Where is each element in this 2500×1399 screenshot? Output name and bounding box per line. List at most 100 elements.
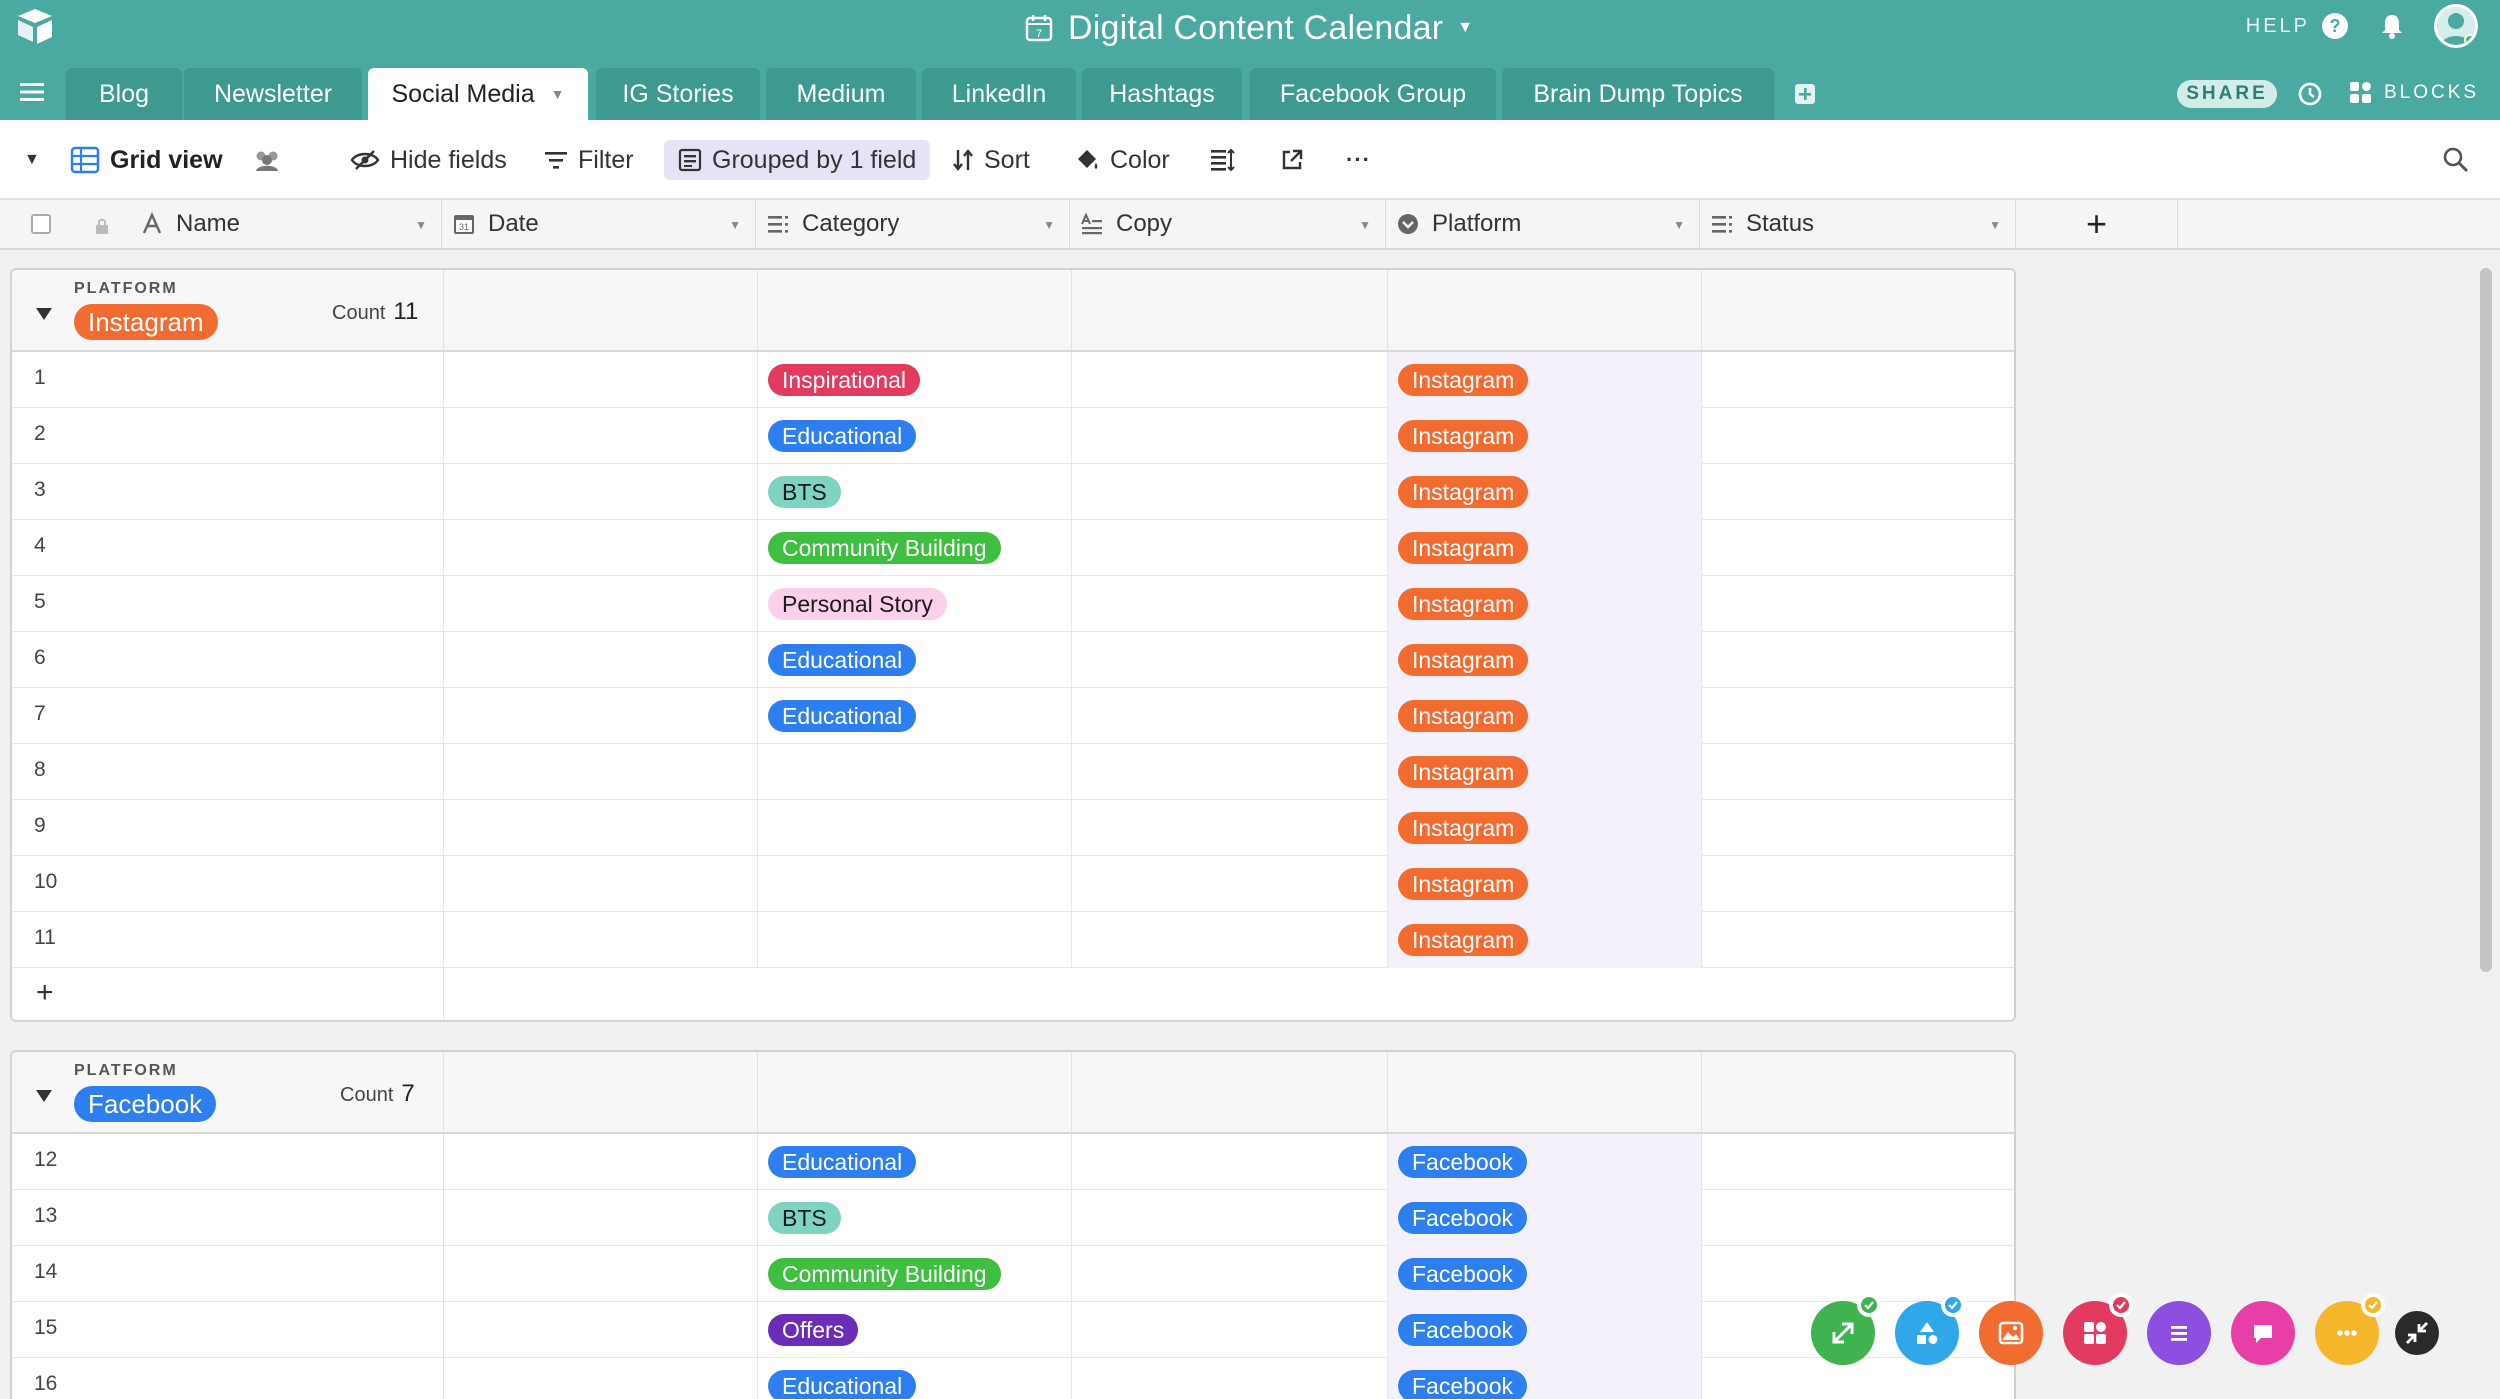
date-cell[interactable] [444, 464, 758, 520]
date-cell[interactable] [444, 1190, 758, 1246]
copy-cell[interactable] [1072, 520, 1388, 576]
column-header-category[interactable]: Category ▼ [756, 200, 1070, 248]
blocks-button[interactable]: BLOCKS [2348, 78, 2479, 108]
date-cell[interactable] [444, 632, 758, 688]
copy-cell[interactable] [1072, 688, 1388, 744]
platform-cell[interactable]: Instagram [1388, 800, 1702, 856]
user-avatar[interactable] [2434, 4, 2478, 48]
name-cell[interactable] [12, 912, 444, 968]
tab-menu-chevron-icon[interactable]: ▼ [551, 86, 565, 102]
date-cell[interactable] [444, 688, 758, 744]
column-header-name[interactable]: Name ▼ [130, 200, 442, 248]
airtable-logo-icon[interactable] [14, 6, 56, 46]
collaborators-button[interactable] [252, 140, 282, 180]
table-row[interactable]: 10 Instagram [12, 856, 2014, 912]
more-options-button[interactable]: ··· [1346, 140, 1371, 180]
name-cell[interactable] [12, 408, 444, 464]
status-cell[interactable] [1702, 352, 2014, 408]
copy-cell[interactable] [1072, 1302, 1388, 1358]
name-cell[interactable] [12, 1134, 444, 1190]
category-cell[interactable]: Educational [758, 408, 1072, 464]
name-cell[interactable] [12, 1358, 444, 1399]
date-cell[interactable] [444, 800, 758, 856]
add-table-icon[interactable] [1793, 82, 1817, 106]
tab-hashtags[interactable]: Hashtags [1082, 68, 1242, 120]
block-button-shapes[interactable] [1895, 1293, 1965, 1365]
category-cell[interactable]: BTS [758, 1190, 1072, 1246]
platform-cell[interactable]: Instagram [1388, 352, 1702, 408]
date-cell[interactable] [444, 352, 758, 408]
block-button-chat[interactable] [2231, 1301, 2295, 1365]
tab-facebook-group[interactable]: Facebook Group [1250, 68, 1496, 120]
hide-fields-button[interactable]: Hide fields [350, 140, 507, 180]
status-cell[interactable] [1702, 464, 2014, 520]
table-row[interactable]: 13 BTS Facebook [12, 1190, 2014, 1246]
name-cell[interactable] [12, 688, 444, 744]
block-button-image[interactable] [1979, 1301, 2043, 1365]
tab-social-media[interactable]: Social Media ▼ [368, 68, 588, 120]
name-cell[interactable] [12, 576, 444, 632]
hamburger-menu-icon[interactable] [20, 82, 44, 102]
status-cell[interactable] [1702, 800, 2014, 856]
copy-cell[interactable] [1072, 800, 1388, 856]
collapse-group-icon[interactable] [34, 1088, 54, 1104]
filter-button[interactable]: Filter [544, 140, 634, 180]
platform-cell[interactable]: Instagram [1388, 912, 1702, 968]
platform-cell[interactable]: Instagram [1388, 576, 1702, 632]
status-cell[interactable] [1702, 1190, 2014, 1246]
block-button-expand[interactable] [1811, 1293, 1881, 1365]
name-cell[interactable] [12, 352, 444, 408]
block-button-blocks[interactable] [2063, 1293, 2133, 1365]
date-cell[interactable] [444, 856, 758, 912]
platform-cell[interactable]: Facebook [1388, 1302, 1702, 1358]
bell-icon[interactable] [2378, 12, 2406, 40]
block-button-list[interactable] [2147, 1301, 2211, 1365]
table-row[interactable]: 3 BTS Instagram [12, 464, 2014, 520]
history-icon[interactable] [2296, 80, 2324, 108]
grid-view-button[interactable]: Grid view [70, 140, 223, 180]
tab-medium[interactable]: Medium [766, 68, 916, 120]
status-cell[interactable] [1702, 1134, 2014, 1190]
copy-cell[interactable] [1072, 408, 1388, 464]
category-cell[interactable]: Educational [758, 1134, 1072, 1190]
status-cell[interactable] [1702, 408, 2014, 464]
column-menu-chevron-icon[interactable]: ▼ [1043, 218, 1055, 232]
platform-cell[interactable]: Instagram [1388, 632, 1702, 688]
date-cell[interactable] [444, 408, 758, 464]
name-cell[interactable] [12, 632, 444, 688]
copy-cell[interactable] [1072, 632, 1388, 688]
status-cell[interactable] [1702, 1246, 2014, 1302]
category-cell[interactable]: BTS [758, 464, 1072, 520]
name-cell[interactable] [12, 800, 444, 856]
category-cell[interactable] [758, 744, 1072, 800]
date-cell[interactable] [444, 1246, 758, 1302]
date-cell[interactable] [444, 1302, 758, 1358]
status-cell[interactable] [1702, 856, 2014, 912]
status-cell[interactable] [1702, 632, 2014, 688]
copy-cell[interactable] [1072, 576, 1388, 632]
date-cell[interactable] [444, 1134, 758, 1190]
table-row[interactable]: 16 Educational Facebook [12, 1358, 2014, 1399]
base-title[interactable]: Digital Content Calendar [1068, 9, 1443, 48]
vertical-scrollbar[interactable] [2480, 268, 2492, 972]
column-menu-chevron-icon[interactable]: ▼ [1359, 218, 1371, 232]
date-cell[interactable] [444, 912, 758, 968]
column-menu-chevron-icon[interactable]: ▼ [415, 218, 427, 232]
status-cell[interactable] [1702, 912, 2014, 968]
platform-cell[interactable]: Instagram [1388, 408, 1702, 464]
category-cell[interactable]: Offers [758, 1302, 1072, 1358]
copy-cell[interactable] [1072, 1190, 1388, 1246]
table-row[interactable]: 12 Educational Facebook [12, 1134, 2014, 1190]
chevron-down-icon[interactable]: ▼ [1457, 19, 1473, 37]
platform-cell[interactable]: Instagram [1388, 520, 1702, 576]
table-row[interactable]: 8 Instagram [12, 744, 2014, 800]
copy-cell[interactable] [1072, 352, 1388, 408]
category-cell[interactable]: Community Building [758, 520, 1072, 576]
table-row[interactable]: 2 Educational Instagram [12, 408, 2014, 464]
status-cell[interactable] [1702, 576, 2014, 632]
category-cell[interactable]: Educational [758, 1358, 1072, 1399]
name-cell[interactable] [12, 856, 444, 912]
platform-cell[interactable]: Facebook [1388, 1190, 1702, 1246]
help-button[interactable]: HELP ? [2246, 10, 2348, 42]
category-cell[interactable]: Inspirational [758, 352, 1072, 408]
